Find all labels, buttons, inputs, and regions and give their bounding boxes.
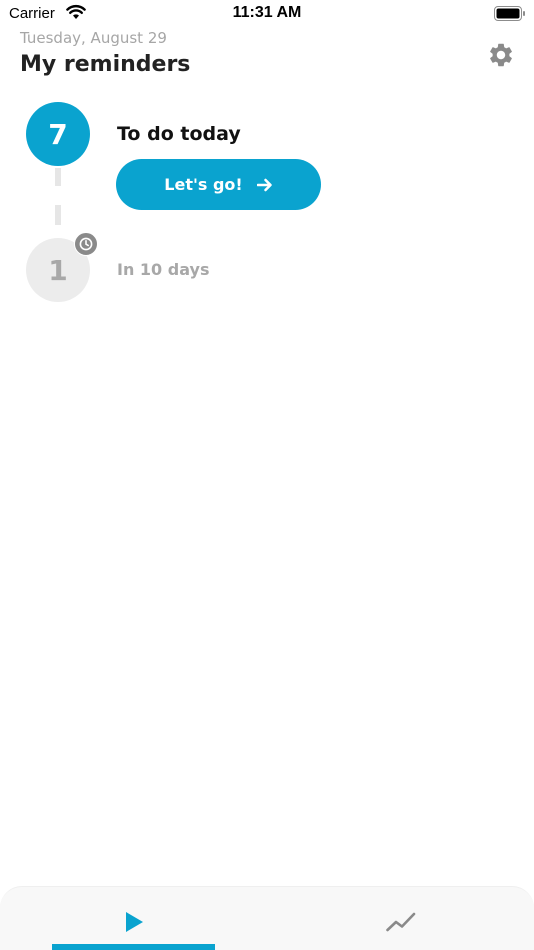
today-count-badge: 7 <box>26 102 90 166</box>
status-time: 11:31 AM <box>232 4 302 21</box>
settings-button[interactable] <box>487 41 515 69</box>
lets-go-button[interactable]: Let's go! <box>116 159 321 210</box>
timeline-connector <box>55 168 61 186</box>
tab-play[interactable] <box>0 887 267 950</box>
screen: Carrier 11:31 AM Tuesday, August 29 My r… <box>0 0 534 950</box>
lets-go-button-label: Let's go! <box>164 175 243 194</box>
today-section-title: To do today <box>117 123 241 145</box>
gear-icon <box>490 43 512 67</box>
page-title: My reminders <box>20 52 191 77</box>
tab-statistics[interactable] <box>267 887 534 950</box>
timeline-connector <box>55 205 61 225</box>
upcoming-section-title: In 10 days <box>117 260 210 279</box>
tab-selected-indicator <box>52 944 215 950</box>
status-bar: Carrier 11:31 AM <box>0 0 534 28</box>
chart-line-icon <box>385 912 415 932</box>
tab-bar <box>0 886 534 950</box>
clock-badge <box>74 232 98 256</box>
date-label: Tuesday, August 29 <box>20 29 167 47</box>
play-icon <box>125 912 143 932</box>
battery-icon <box>494 6 525 21</box>
clock-icon <box>79 237 93 251</box>
arrow-right-icon <box>256 178 272 191</box>
